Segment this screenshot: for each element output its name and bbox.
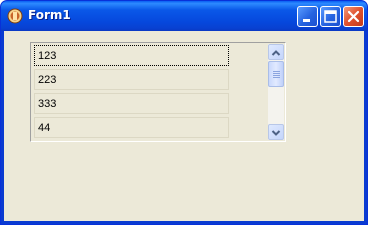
list-item[interactable]: 44 (34, 117, 229, 138)
scroll-down-button[interactable] (268, 124, 284, 140)
thumb-grip (273, 77, 280, 78)
list-box[interactable]: 123 223 333 44 (30, 42, 286, 142)
scroll-up-button[interactable] (268, 44, 284, 60)
list-items: 123 223 333 44 (32, 44, 268, 140)
minimize-icon (303, 19, 310, 22)
app-window: Form1 123 223 333 44 (0, 0, 368, 225)
list-item[interactable]: 123 (34, 45, 229, 66)
chevron-down-icon (271, 130, 281, 136)
window-title: Form1 (28, 8, 71, 22)
minimize-button[interactable] (297, 6, 318, 27)
thumb-grip (273, 73, 280, 74)
close-button[interactable] (343, 6, 364, 27)
maximize-button[interactable] (320, 6, 341, 27)
thumb-grip (273, 75, 280, 76)
list-item[interactable]: 333 (34, 93, 229, 114)
scroll-thumb[interactable] (268, 61, 284, 87)
title-bar[interactable]: Form1 (1, 1, 367, 31)
form-client-area: 123 223 333 44 (4, 31, 364, 221)
chevron-up-icon (271, 50, 281, 56)
list-item[interactable]: 223 (34, 69, 229, 90)
close-icon (347, 10, 360, 23)
app-icon[interactable] (7, 8, 23, 24)
maximize-icon (324, 10, 337, 23)
thumb-grip (273, 71, 280, 72)
vertical-scrollbar[interactable] (268, 44, 284, 140)
